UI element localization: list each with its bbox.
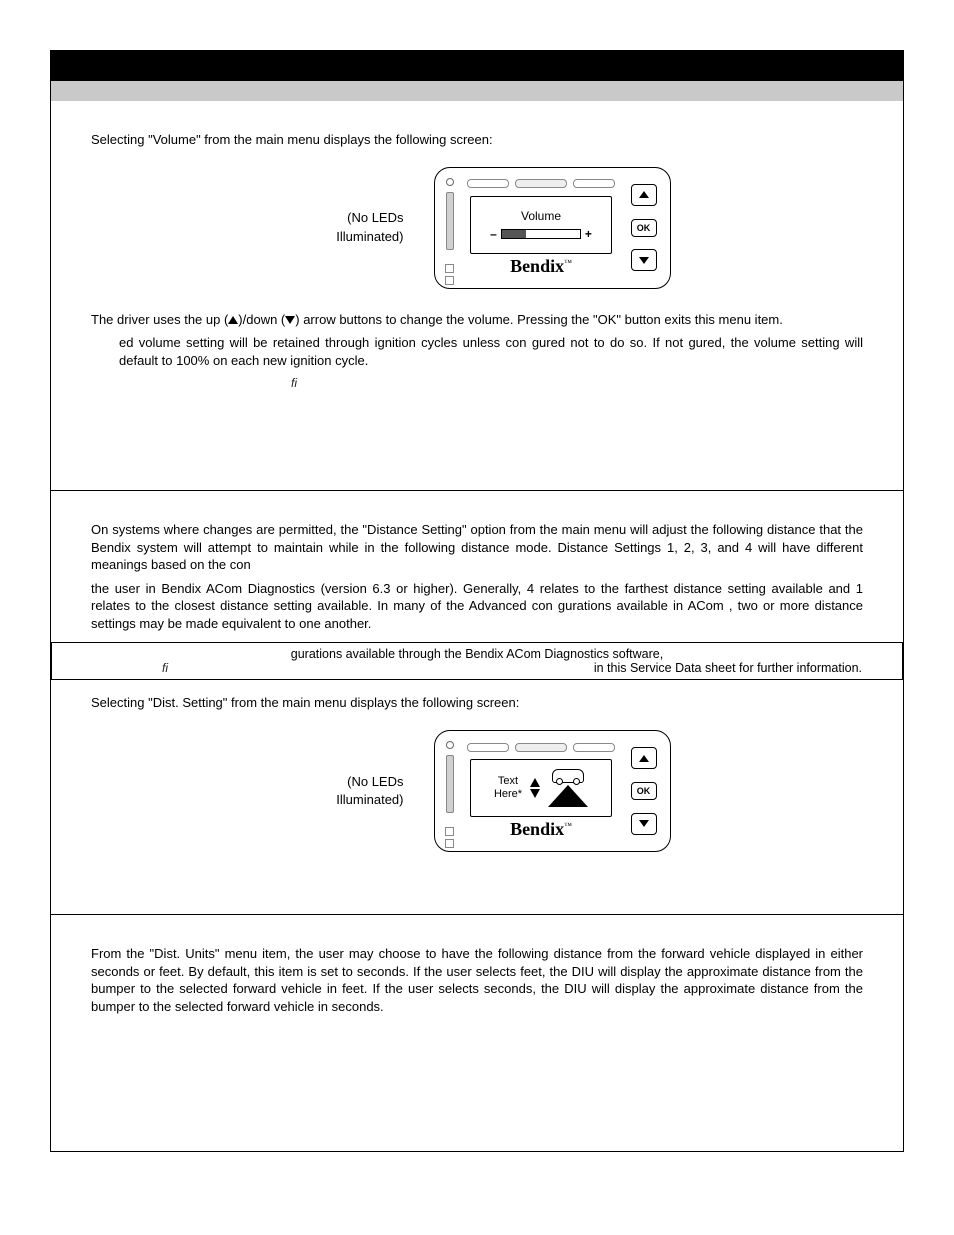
- leds-note-l1: (No LEDs: [347, 210, 403, 225]
- volume-fill: [502, 230, 526, 238]
- distance-para1: On systems where changes are permitted, …: [91, 521, 863, 574]
- up-button[interactable]: [631, 747, 657, 769]
- car-road-graphic: [548, 769, 588, 807]
- screen-text-l2: Here*: [494, 788, 522, 801]
- volume-track: [501, 229, 581, 239]
- down-arrow-icon: [530, 789, 540, 798]
- volume-retain: ed volume setting will be retained throu…: [91, 334, 863, 369]
- diu-buttons: OK: [618, 731, 670, 851]
- car-icon: [552, 769, 584, 783]
- leds-note-l1: (No LEDs: [347, 774, 403, 789]
- volume-figure: (No LEDs Illuminated): [91, 167, 863, 289]
- led-dot: [446, 178, 454, 186]
- minus-label: –: [490, 227, 497, 241]
- top-led: [573, 743, 615, 752]
- ok-button[interactable]: OK: [631, 219, 657, 237]
- fi-ligature: fi: [92, 661, 168, 675]
- screen-text-l1: Text: [498, 775, 518, 788]
- volume-slider: – +: [490, 227, 592, 241]
- section-volume: Selecting "Volume" from the main menu di…: [51, 101, 903, 491]
- down-button[interactable]: [631, 249, 657, 271]
- down-arrow-icon: [639, 820, 649, 827]
- down-arrow-icon: [639, 257, 649, 264]
- top-led: [515, 179, 567, 188]
- note-line1: gurations available through the Bendix A…: [92, 647, 862, 661]
- top-led: [573, 179, 615, 188]
- leds-note: (No LEDs Illuminated): [284, 773, 404, 809]
- up-down-arrows: [530, 778, 540, 798]
- t: The driver uses the up (: [91, 312, 228, 327]
- diu-screen: Volume – +: [470, 196, 612, 254]
- acom-note-box: gurations available through the Bendix A…: [51, 642, 903, 680]
- diu-left-leds: [435, 168, 465, 288]
- top-led-row: [467, 739, 615, 755]
- t: ) arrow buttons to change the volume. Pr…: [295, 312, 783, 327]
- header-black-band: [51, 51, 903, 81]
- up-arrow-icon: [228, 316, 238, 324]
- volume-intro: Selecting "Volume" from the main menu di…: [91, 131, 863, 149]
- fi-ligature: fi: [291, 376, 297, 390]
- leds-note: (No LEDs Illuminated): [284, 209, 404, 245]
- brand-label: Bendix™: [510, 819, 572, 840]
- road-icon: [548, 785, 588, 807]
- up-arrow-icon: [639, 755, 649, 762]
- distance-para1b: the user in Bendix ACom Diagnostics (ver…: [91, 580, 863, 633]
- brand-text: Bendix: [510, 256, 564, 276]
- note-line2: in this Service Data sheet for further i…: [594, 661, 862, 675]
- led-square: [445, 827, 454, 836]
- diu-center: Text Here* Bendi: [465, 731, 618, 851]
- top-led: [467, 743, 509, 752]
- diu-center: Volume – + Bendix™: [465, 168, 618, 288]
- led-bar: [446, 755, 454, 813]
- distance-intro2: Selecting "Dist. Setting" from the main …: [91, 694, 863, 712]
- section-dist-units: From the "Dist. Units" menu item, the us…: [51, 915, 903, 1151]
- section-distance-setting: On systems where changes are permitted, …: [51, 491, 903, 915]
- leds-note-l2: Illuminated): [336, 792, 403, 807]
- led-bar: [446, 192, 454, 250]
- t: )/down (: [238, 312, 285, 327]
- volume-usage: The driver uses the up ( )/down ( ) arrow …: [91, 311, 863, 329]
- plus-label: +: [585, 227, 592, 241]
- distance-figure: (No LEDs Illuminated): [91, 730, 863, 852]
- led-square: [445, 276, 454, 285]
- diu-device: Volume – + Bendix™ OK: [434, 167, 671, 289]
- led-dot: [446, 741, 454, 749]
- led-square: [445, 264, 454, 273]
- screen-text: Text Here*: [494, 775, 522, 801]
- leds-note-l2: Illuminated): [336, 229, 403, 244]
- document-frame: Selecting "Volume" from the main menu di…: [50, 50, 904, 1152]
- top-led: [467, 179, 509, 188]
- top-led-row: [467, 176, 615, 192]
- dist-units-para: From the "Dist. Units" menu item, the us…: [91, 945, 863, 1015]
- top-led: [515, 743, 567, 752]
- header-gray-band: [51, 81, 903, 101]
- diu-left-leds: [435, 731, 465, 851]
- diu-device: Text Here* Bendi: [434, 730, 671, 852]
- brand-label: Bendix™: [510, 256, 572, 277]
- diu-screen: Text Here*: [470, 759, 612, 817]
- ok-button[interactable]: OK: [631, 782, 657, 800]
- up-arrow-icon: [530, 778, 540, 787]
- screen-title: Volume: [521, 209, 561, 223]
- led-square: [445, 839, 454, 848]
- up-arrow-icon: [639, 191, 649, 198]
- diu-buttons: OK: [618, 168, 670, 288]
- brand-text: Bendix: [510, 819, 564, 839]
- up-button[interactable]: [631, 184, 657, 206]
- down-arrow-icon: [285, 316, 295, 324]
- down-button[interactable]: [631, 813, 657, 835]
